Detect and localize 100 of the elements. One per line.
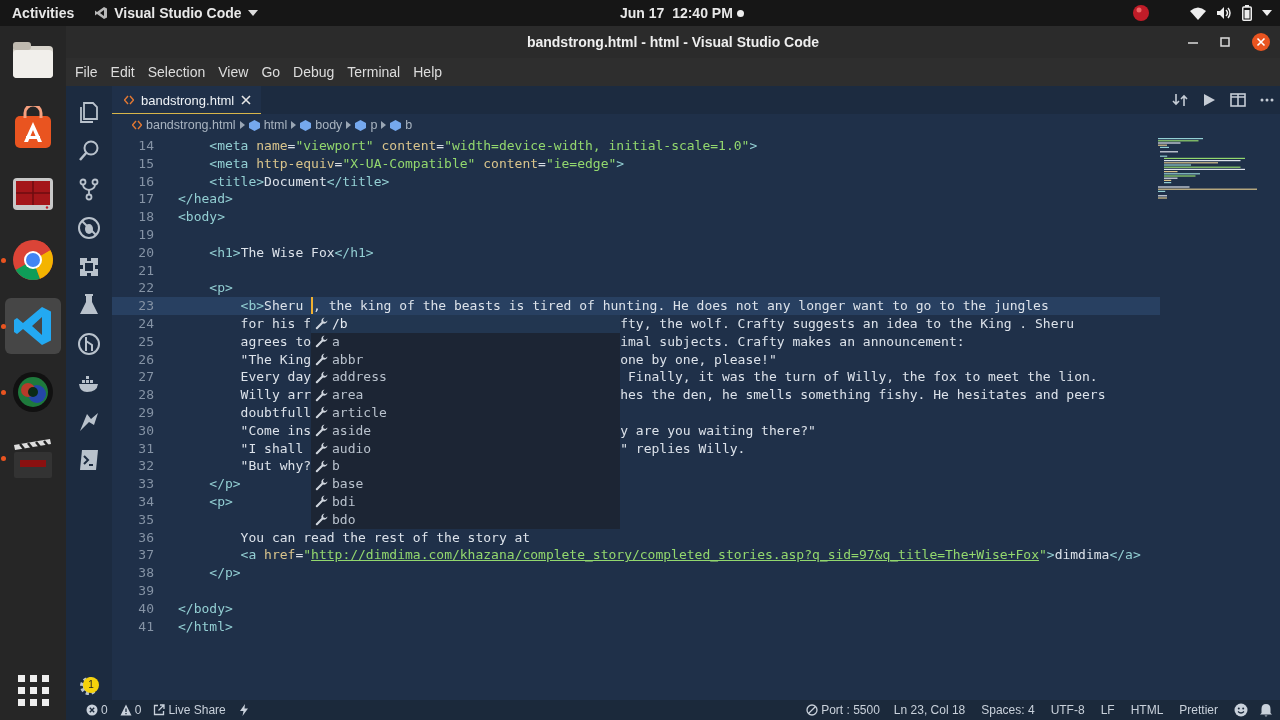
line-number: 24 — [137, 314, 155, 333]
activities-button[interactable]: Activities — [0, 5, 87, 21]
breadcrumb-item[interactable]: html — [248, 118, 288, 132]
live-share-button[interactable]: Live Share — [147, 703, 232, 717]
line-number: 21 — [137, 261, 155, 280]
language-mode[interactable]: HTML — [1122, 703, 1172, 717]
line-number: 38 — [137, 564, 155, 582]
app-menu[interactable]: Visual Studio Code — [86, 5, 266, 21]
browser-icon — [11, 238, 55, 282]
line-ending-status[interactable]: LF — [1092, 703, 1123, 717]
cursor-position[interactable]: Ln 23, Col 18 — [885, 703, 974, 717]
suggestion-item[interactable]: b — [311, 457, 621, 476]
breadcrumb-item[interactable]: p — [355, 118, 378, 132]
suggestion-item[interactable]: audio — [311, 439, 621, 458]
code-text: imal subjects. Crafty makes an announcement: — [620, 332, 965, 351]
smiley-icon[interactable] — [1234, 703, 1248, 717]
code-text: y are you waiting there?" — [620, 421, 816, 440]
menu-item[interactable]: Go — [256, 64, 286, 80]
line-number: 41 — [137, 617, 155, 636]
wrench-icon — [315, 335, 329, 349]
show-apps-icon[interactable] — [17, 675, 49, 706]
warning-count[interactable]: 0 — [113, 703, 148, 717]
line-number: 39 — [137, 581, 155, 600]
record-icon[interactable] — [1132, 4, 1150, 22]
more-icon[interactable] — [1260, 98, 1274, 102]
suggestion-item[interactable]: aside — [311, 421, 621, 440]
wifi-icon[interactable] — [1190, 6, 1206, 20]
close-icon[interactable] — [1252, 33, 1270, 51]
compare-icon[interactable] — [1172, 92, 1188, 108]
code-text: "But why? — [239, 457, 312, 476]
suggestion-item[interactable]: a — [311, 332, 621, 351]
code-text: </p> — [208, 475, 241, 493]
caret-down-icon — [247, 10, 258, 16]
wrench-icon — [315, 424, 329, 438]
suggestion-item[interactable]: bdo — [311, 510, 621, 529]
close-icon[interactable] — [241, 95, 252, 105]
clock[interactable]: Jun 17 12:40 PM — [620, 5, 744, 21]
editor-tab[interactable]: bandstrong.html — [112, 86, 262, 114]
branch-circle-icon[interactable] — [77, 332, 101, 357]
code-text: doubtfull — [239, 403, 312, 422]
suggestion-item[interactable]: bdi — [311, 492, 621, 511]
source-control-icon[interactable] — [77, 177, 101, 202]
bell-icon[interactable] — [1260, 703, 1272, 717]
play-icon[interactable] — [1202, 93, 1216, 107]
menu-item[interactable]: Help — [408, 64, 448, 80]
search-icon[interactable] — [77, 138, 101, 163]
port-status[interactable]: Port : 5500 — [800, 703, 886, 717]
line-number: 33 — [137, 475, 155, 493]
code-text: </body> — [178, 599, 233, 618]
cube-icon — [355, 119, 367, 131]
code-text: </head> — [178, 190, 233, 209]
line-number: 18 — [137, 208, 155, 226]
wrench-icon — [315, 353, 329, 366]
error-count[interactable]: 0 — [80, 703, 114, 717]
menu-item[interactable]: File — [70, 64, 103, 80]
line-number: 34 — [137, 492, 155, 511]
wrench-icon — [315, 459, 329, 473]
suggestion-item[interactable]: abbr — [311, 350, 621, 369]
formatter-status[interactable]: Prettier — [1171, 703, 1226, 717]
breadcrumb-item[interactable]: body — [300, 118, 343, 132]
menu-item[interactable]: Edit — [105, 64, 140, 80]
suggestion-item[interactable]: area — [311, 386, 621, 404]
suggestion-item[interactable]: address — [311, 368, 621, 387]
cube-icon — [390, 119, 402, 131]
caret-down-icon[interactable] — [1262, 10, 1272, 16]
no-bug-icon[interactable] — [77, 216, 101, 241]
suggestion-item[interactable]: base — [311, 475, 621, 493]
line-number: 35 — [137, 510, 155, 529]
code-text: agrees to — [239, 332, 312, 351]
line-number: 15 — [137, 154, 155, 173]
wrench-icon — [315, 317, 329, 331]
maximize-icon[interactable] — [1220, 37, 1230, 47]
line-number: 17 — [137, 190, 155, 209]
terminal-icon[interactable] — [77, 448, 101, 473]
suggestion-item[interactable]: /b — [311, 315, 621, 333]
warning-icon — [119, 704, 132, 716]
wrench-icon — [315, 441, 329, 455]
dot-icon — [736, 9, 744, 17]
indentation-status[interactable]: Spaces: 4 — [973, 703, 1043, 717]
clapperboard-icon — [11, 436, 55, 480]
line-number: 30 — [137, 421, 155, 440]
breadcrumb-item[interactable]: b — [390, 118, 413, 132]
volume-icon[interactable] — [1216, 6, 1232, 20]
menu-item[interactable]: Debug — [288, 64, 340, 80]
split-editor-icon[interactable] — [1230, 93, 1246, 107]
menu-item[interactable]: Selection — [142, 64, 211, 80]
files-icon[interactable] — [77, 100, 101, 124]
lightning-icon[interactable] — [239, 704, 248, 716]
breadcrumb-item[interactable]: bandstrong.html — [132, 118, 236, 132]
suggestion-item[interactable]: article — [311, 404, 621, 422]
chevron-right-icon — [291, 121, 297, 129]
code-text: "Come ins — [239, 421, 312, 440]
encoding-status[interactable]: UTF-8 — [1042, 703, 1093, 717]
notification-badge: 1 — [83, 677, 99, 693]
menu-item[interactable]: View — [213, 64, 254, 80]
code-text: Willy arr — [239, 386, 312, 404]
code-text: Every day — [239, 368, 312, 387]
menu-item[interactable]: Terminal — [342, 64, 406, 80]
line-number: 40 — [137, 599, 155, 618]
battery-icon[interactable] — [1242, 5, 1252, 21]
